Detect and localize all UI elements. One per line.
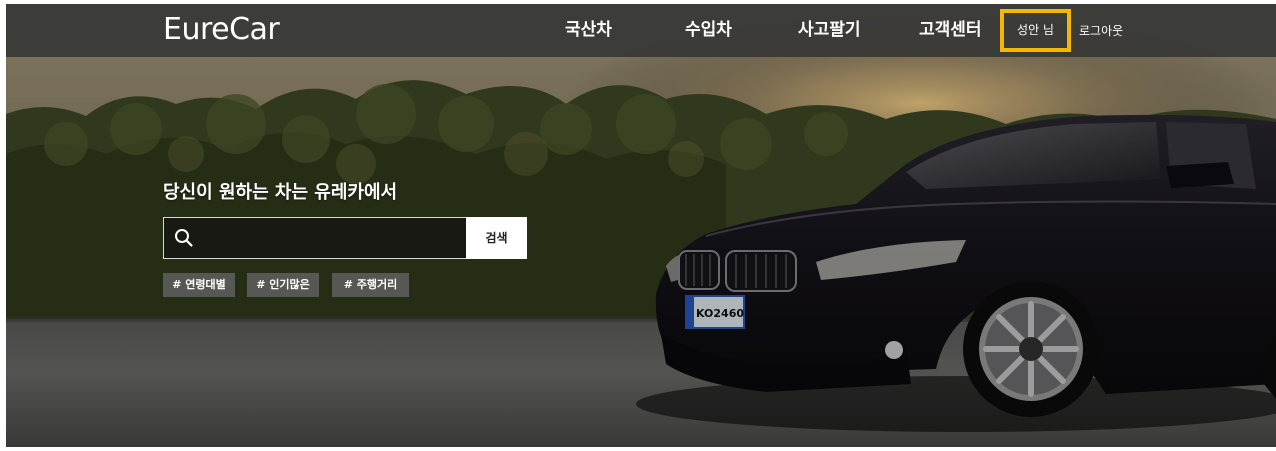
nav-customer-center[interactable]: 고객센터 (919, 19, 982, 41)
user-name-label: 성안 님 (1017, 23, 1054, 37)
nav-buy-sell[interactable]: 사고팔기 (798, 19, 861, 41)
site-logo[interactable]: EureCar (163, 12, 280, 48)
user-name-box[interactable]: 성안 님 (1000, 9, 1071, 52)
hero-headline: 당신이 원하는 차는 유레카에서 (163, 182, 398, 203)
nav-domestic-cars[interactable]: 국산차 (565, 19, 612, 41)
search-input[interactable] (202, 222, 468, 256)
search-bar: 검색 (163, 217, 527, 259)
tag-popular[interactable]: # 인기많은 (247, 273, 319, 297)
search-icon (174, 228, 194, 248)
nav-imported-cars[interactable]: 수입차 (685, 19, 732, 41)
search-button[interactable]: 검색 (466, 217, 527, 259)
tag-by-age[interactable]: # 연령대별 (163, 273, 235, 297)
logout-link[interactable]: 로그아웃 (1079, 23, 1123, 39)
tag-mileage[interactable]: # 주행거리 (332, 273, 409, 297)
page-frame: KO2460E EureCar 국산차 수입차 사고팔기 고객센터 성안 님 로… (6, 4, 1276, 447)
top-navigation-bar: EureCar 국산차 수입차 사고팔기 고객센터 성안 님 로그아웃 (6, 4, 1276, 57)
